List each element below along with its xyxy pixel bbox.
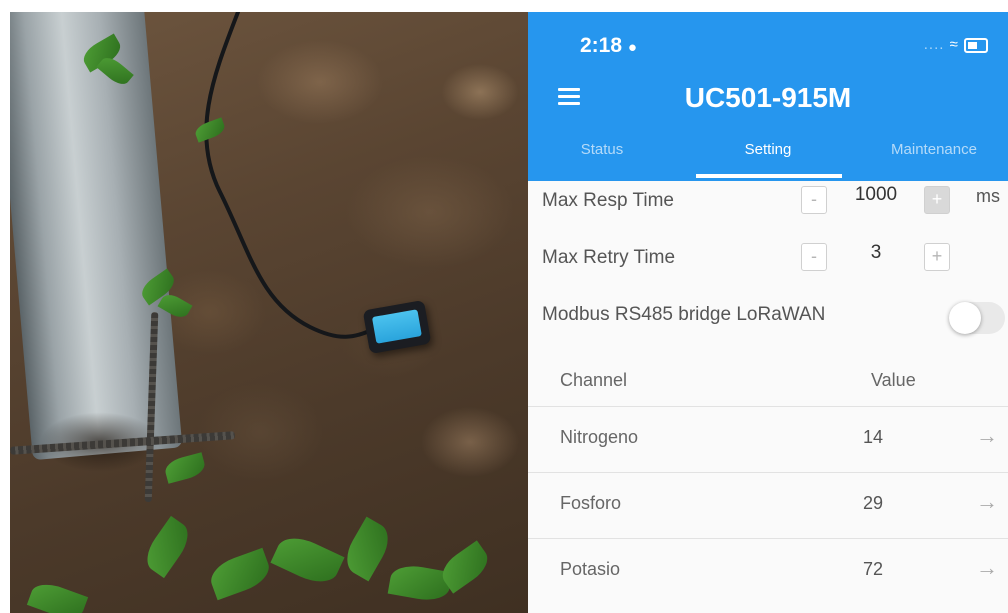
status-time: 2:18 ●	[580, 34, 637, 57]
channel-name: Potasio	[560, 559, 621, 579]
channel-value: 14	[862, 427, 884, 447]
tab-status[interactable]: Status	[562, 141, 642, 158]
table-row[interactable]: Potasio 72 →	[528, 538, 1008, 605]
max-resp-time-label: Max Resp Time	[542, 190, 674, 211]
max-retry-time-label: Max Retry Time	[542, 247, 676, 268]
arrow-right-icon[interactable]: →	[976, 489, 998, 515]
max-resp-time-decrement-button[interactable]: -	[801, 186, 827, 214]
value-column-header: Value	[871, 370, 916, 390]
modbus-bridge-label: Modbus RS485 bridge LoRaWAN	[542, 304, 826, 325]
tab-setting[interactable]: Setting	[728, 141, 808, 158]
max-resp-time-value[interactable]: 1000	[846, 184, 906, 206]
active-tab-indicator	[696, 174, 842, 178]
arrow-right-icon[interactable]: →	[976, 423, 998, 449]
status-icons: .... ≈	[924, 36, 988, 53]
max-resp-time-increment-button[interactable]: +	[924, 186, 950, 214]
channel-table-header: Channel Value	[528, 352, 1008, 412]
toggle-knob	[949, 302, 981, 334]
channel-name: Fosforo	[560, 493, 622, 513]
channel-name: Nitrogeno	[560, 427, 639, 447]
channel-column-header: Channel	[560, 370, 628, 390]
sensor-blue-face	[371, 309, 422, 344]
person-icon: ●	[627, 39, 637, 56]
tab-maintenance[interactable]: Maintenance	[878, 141, 990, 158]
field-photo	[10, 12, 528, 613]
max-retry-time-increment-button[interactable]: +	[924, 243, 950, 271]
sensor-cable	[204, 12, 374, 339]
page-title: UC501-915M	[684, 82, 852, 113]
channel-value: 29	[862, 493, 884, 513]
app-bar: 2:18 ● .... ≈ UC501-915M Status Setting …	[528, 12, 1008, 181]
table-row[interactable]: Fosforo 29 →	[528, 472, 1008, 539]
wifi-icon: ≈	[949, 36, 959, 53]
signal-dots: ....	[923, 36, 945, 53]
battery-icon	[964, 37, 988, 53]
arrow-right-icon[interactable]: →	[976, 555, 998, 581]
phone-screen: 2:18 ● .... ≈ UC501-915M Status Setting …	[528, 12, 1008, 613]
modbus-bridge-toggle[interactable]	[949, 302, 1005, 334]
channel-value: 72	[862, 559, 884, 579]
max-retry-time-value[interactable]: 3	[846, 242, 906, 264]
max-resp-time-unit: ms	[976, 186, 1000, 206]
table-row[interactable]: Nitrogeno 14 →	[528, 406, 1008, 473]
max-retry-time-decrement-button[interactable]: -	[801, 243, 827, 271]
